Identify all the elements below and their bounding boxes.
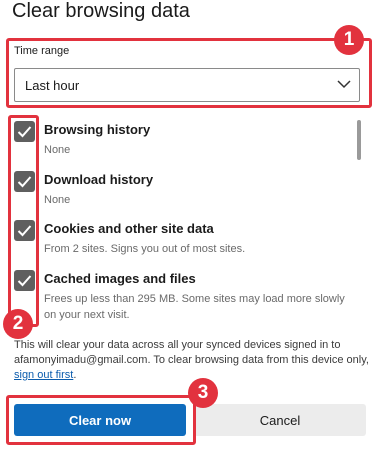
checkbox-cached-images[interactable] [14, 270, 35, 291]
checkmark-icon [17, 126, 32, 138]
item-label: Browsing history [44, 122, 151, 137]
annotation-badge-3: 3 [188, 378, 218, 408]
checkbox-item-cached-images[interactable]: Cached images and files Frees up less th… [14, 270, 345, 322]
checkmark-icon [17, 275, 32, 287]
checkmark-icon [17, 176, 32, 188]
item-description: None [44, 144, 71, 156]
sync-note-end: . [73, 369, 77, 381]
checkbox-item-download-history[interactable]: Download history None [14, 171, 344, 206]
checkbox-item-cookies[interactable]: Cookies and other site data From 2 sites… [14, 220, 344, 258]
sign-out-link[interactable]: sign out first [14, 369, 73, 381]
annotation-badge-1: 1 [334, 25, 364, 55]
item-label: Download history [44, 172, 154, 187]
item-description: From 2 sites. Signs you out of most site… [44, 243, 246, 255]
item-label: Cached images and files [44, 271, 196, 286]
clear-now-button[interactable]: Clear now [14, 404, 186, 436]
sync-note-text: This will clear your data across all you… [14, 339, 369, 366]
time-range-dropdown[interactable]: Last hour [14, 68, 360, 102]
annotation-badge-2: 2 [3, 309, 33, 339]
dialog-title: Clear browsing data [12, 0, 190, 22]
item-label: Cookies and other site data [44, 221, 214, 236]
sync-note: This will clear your data across all you… [14, 338, 372, 383]
checkbox-download-history[interactable] [14, 171, 35, 192]
time-range-value: Last hour [25, 78, 80, 93]
item-description: None [44, 194, 71, 206]
item-description: Frees up less than 295 MB. Some sites ma… [44, 293, 345, 321]
checkbox-item-browsing-history[interactable]: Browsing history None [14, 121, 344, 156]
chevron-down-icon [337, 80, 351, 89]
cancel-button[interactable]: Cancel [194, 404, 366, 436]
checkmark-icon [17, 225, 32, 237]
scrollbar-thumb[interactable] [357, 120, 361, 160]
time-range-label: Time range [14, 45, 70, 57]
checkbox-browsing-history[interactable] [14, 121, 35, 142]
checkbox-cookies[interactable] [14, 220, 35, 241]
